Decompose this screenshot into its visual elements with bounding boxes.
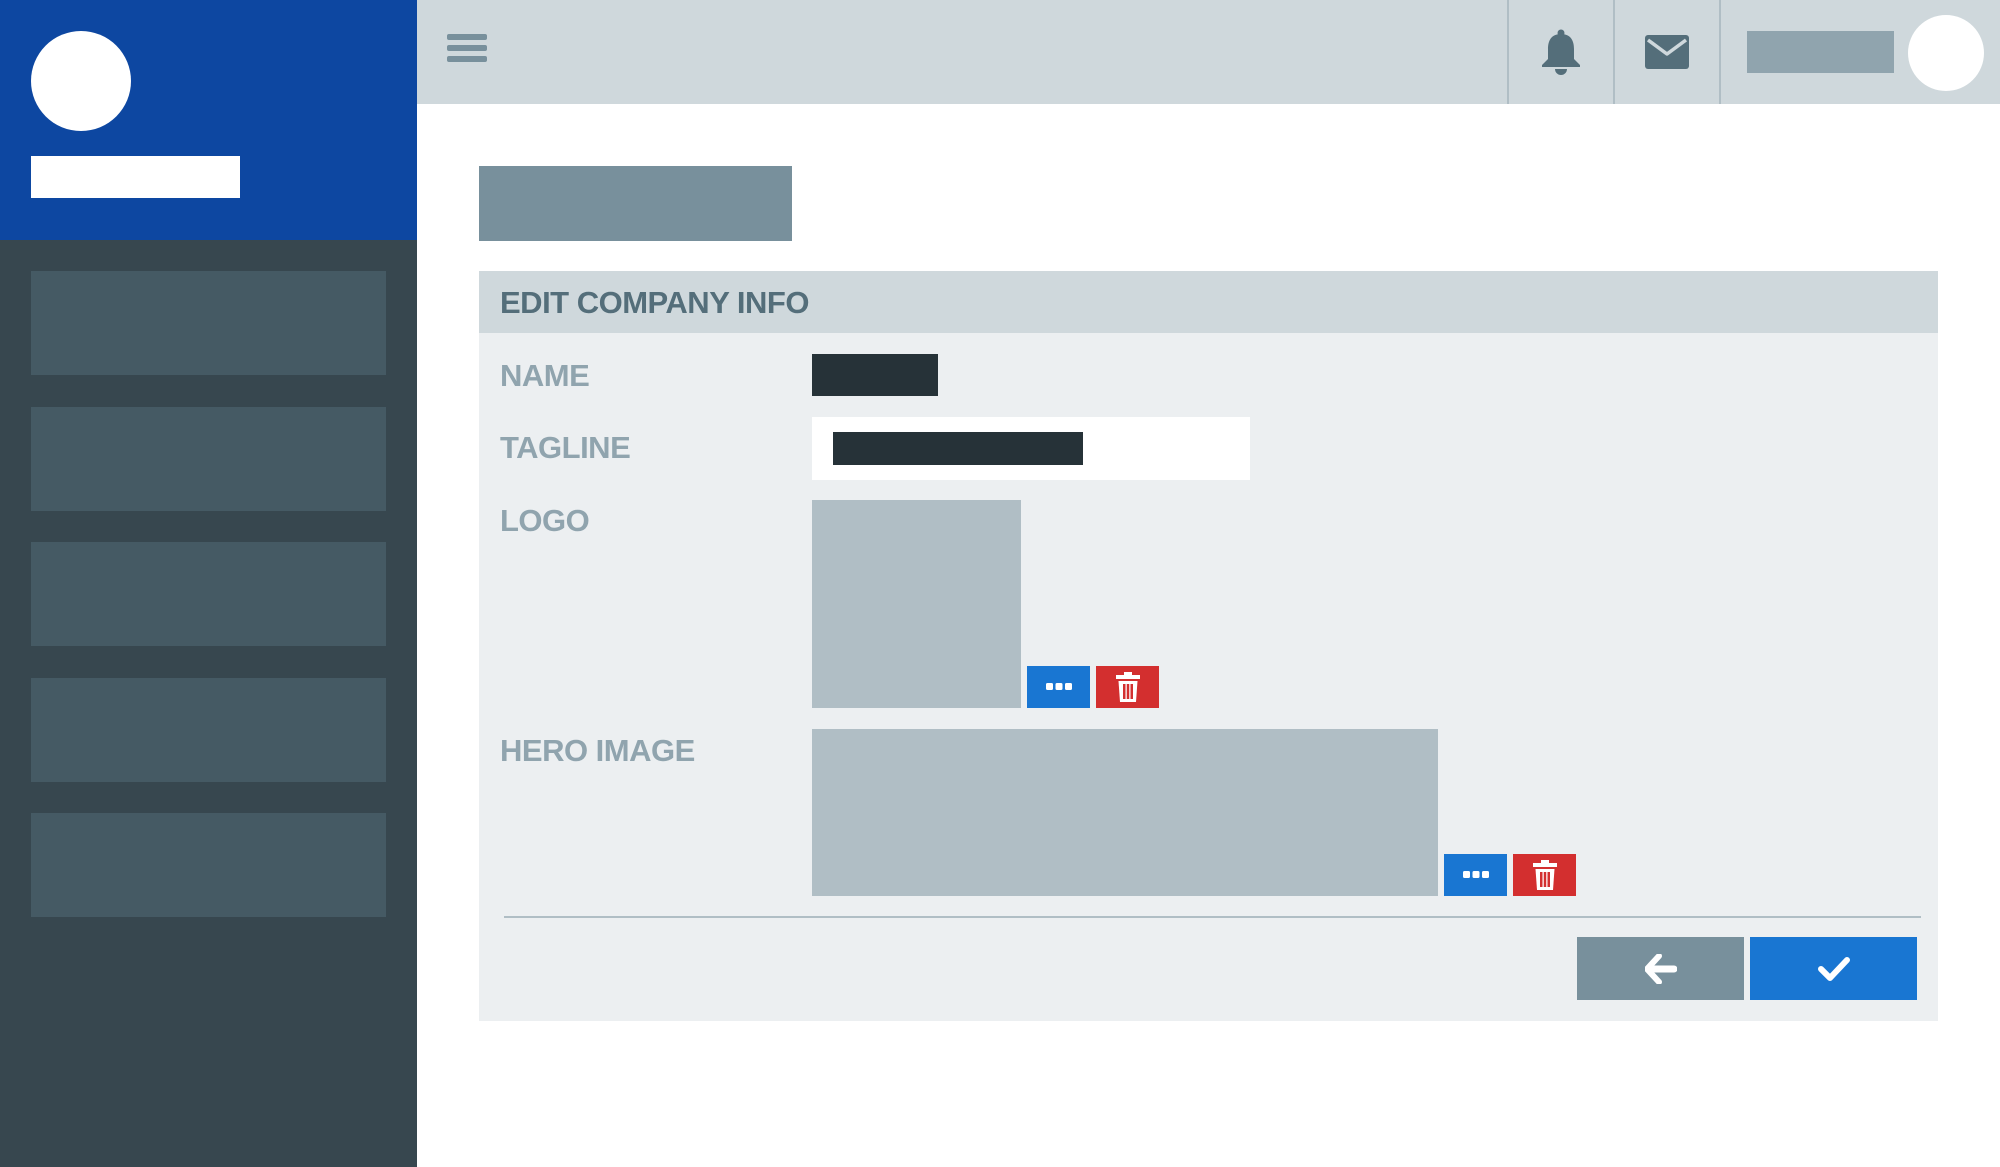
- trash-icon: [1115, 672, 1140, 702]
- menu-icon[interactable]: [447, 34, 487, 70]
- page-title-placeholder: [479, 166, 792, 241]
- name-value: [812, 354, 938, 396]
- hero-image-label: HERO IMAGE: [500, 733, 695, 768]
- back-button[interactable]: [1577, 937, 1744, 1000]
- brand-logo[interactable]: [31, 31, 131, 131]
- notifications-button[interactable]: [1509, 0, 1613, 104]
- bell-icon: [1542, 29, 1580, 75]
- card-header: EDIT COMPANY INFO: [479, 271, 1938, 333]
- save-button[interactable]: [1750, 937, 1917, 1000]
- sidebar-brand: [0, 0, 417, 240]
- tagline-value: [833, 432, 1083, 465]
- trash-icon: [1532, 860, 1557, 890]
- check-icon: [1817, 956, 1850, 981]
- sidebar: [0, 0, 417, 1167]
- sidebar-item-1[interactable]: [31, 271, 386, 375]
- arrow-left-icon: [1644, 953, 1677, 984]
- tagline-label: TAGLINE: [500, 430, 631, 465]
- logo-label: LOGO: [500, 503, 590, 538]
- form-divider: [504, 916, 1921, 918]
- sidebar-item-2[interactable]: [31, 407, 386, 511]
- logo-preview[interactable]: [812, 500, 1021, 708]
- sidebar-item-5[interactable]: [31, 813, 386, 917]
- sidebar-item-4[interactable]: [31, 678, 386, 782]
- edit-company-card: EDIT COMPANY INFO NAME TAGLINE LOGO HERO…: [479, 271, 1938, 1021]
- card-title: EDIT COMPANY INFO: [500, 285, 809, 320]
- logo-browse-button[interactable]: [1027, 666, 1090, 708]
- hero-delete-button[interactable]: [1513, 854, 1576, 896]
- user-avatar[interactable]: [1908, 15, 1984, 91]
- hero-browse-button[interactable]: [1444, 854, 1507, 896]
- tagline-input[interactable]: [812, 417, 1250, 480]
- logo-delete-button[interactable]: [1096, 666, 1159, 708]
- more-icon: [1462, 871, 1489, 878]
- brand-name-placeholder: [31, 156, 240, 198]
- topbar-divider: [1719, 0, 1721, 104]
- top-bar: [417, 0, 2000, 104]
- user-name-placeholder[interactable]: [1747, 31, 1894, 73]
- messages-button[interactable]: [1615, 0, 1719, 104]
- name-label: NAME: [500, 358, 590, 393]
- sidebar-item-3[interactable]: [31, 542, 386, 646]
- hero-image-preview[interactable]: [812, 729, 1438, 896]
- more-icon: [1045, 683, 1072, 690]
- mail-icon: [1645, 35, 1689, 69]
